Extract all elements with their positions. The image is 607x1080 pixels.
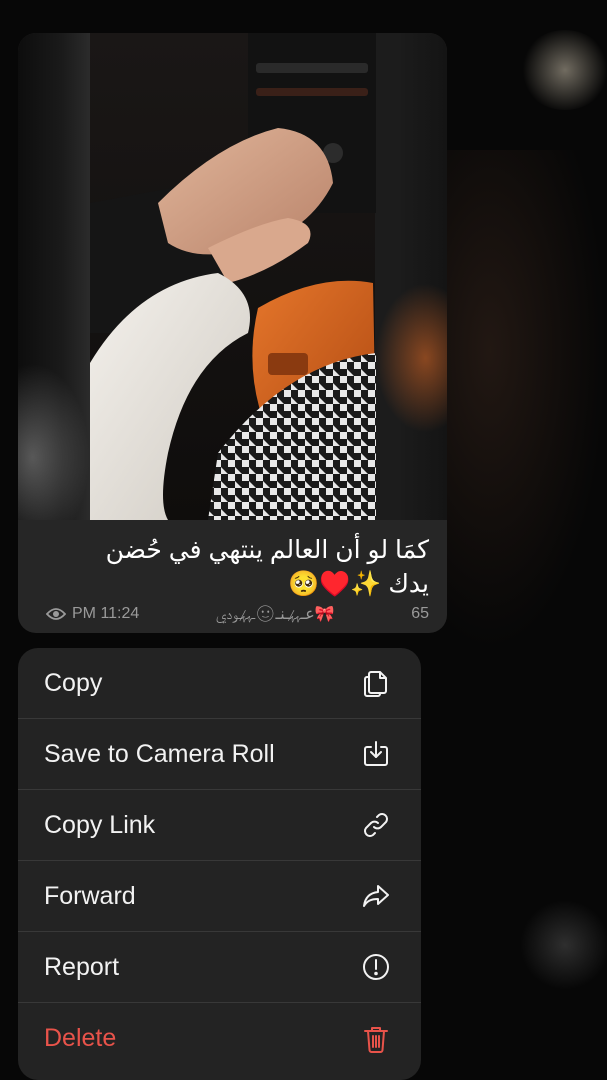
report-menu-item[interactable]: Report [18,932,421,1003]
menu-item-label: Copy Link [44,810,156,839]
background-blur [520,900,607,990]
caption-line: يدك ✨♥️🥺 [287,570,429,598]
trash-icon [359,1022,393,1056]
copy-icon [359,666,393,700]
background-blur [520,30,607,110]
photo-content [90,33,376,520]
menu-item-label: Forward [44,881,136,910]
link-icon [359,808,393,842]
eye-icon [46,608,66,620]
menu-item-label: Copy [44,668,103,697]
author-signature: 🎀عـﮩ̷̷ﮩـنـ🙂︎ـﮩ̷̷ﮩـودي [215,606,335,623]
view-count: 65 [411,605,429,622]
caption-line: كمَا لو أن العالم ينتهي في حُضن [105,536,429,564]
context-menu: Copy Save to Camera Roll Copy Link Forwa… [18,648,421,1080]
background-blur [440,150,607,650]
message-caption: كمَا لو أن العالم ينتهي في حُضن يدك ✨♥️🥺 [36,533,429,601]
exclamation-icon [359,950,393,984]
download-icon [359,737,393,771]
save-to-camera-roll-menu-item[interactable]: Save to Camera Roll [18,719,421,790]
menu-item-label: Save to Camera Roll [44,739,275,768]
menu-item-label: Report [44,952,120,981]
message-meta: PM 11:24 🎀عـﮩ̷̷ﮩـنـ🙂︎ـﮩ̷̷ﮩـودي 65 [46,601,429,627]
message-bubble[interactable]: كمَا لو أن العالم ينتهي في حُضن يدك ✨♥️🥺… [18,33,447,633]
copy-link-menu-item[interactable]: Copy Link [18,790,421,861]
forward-menu-item[interactable]: Forward [18,861,421,932]
copy-menu-item[interactable]: Copy [18,648,421,719]
forward-icon [359,879,393,913]
menu-item-label: Delete [44,1024,117,1052]
delete-menu-item[interactable]: Delete [18,1003,421,1074]
message-photo[interactable] [18,33,447,520]
message-time: PM 11:24 [72,605,140,622]
